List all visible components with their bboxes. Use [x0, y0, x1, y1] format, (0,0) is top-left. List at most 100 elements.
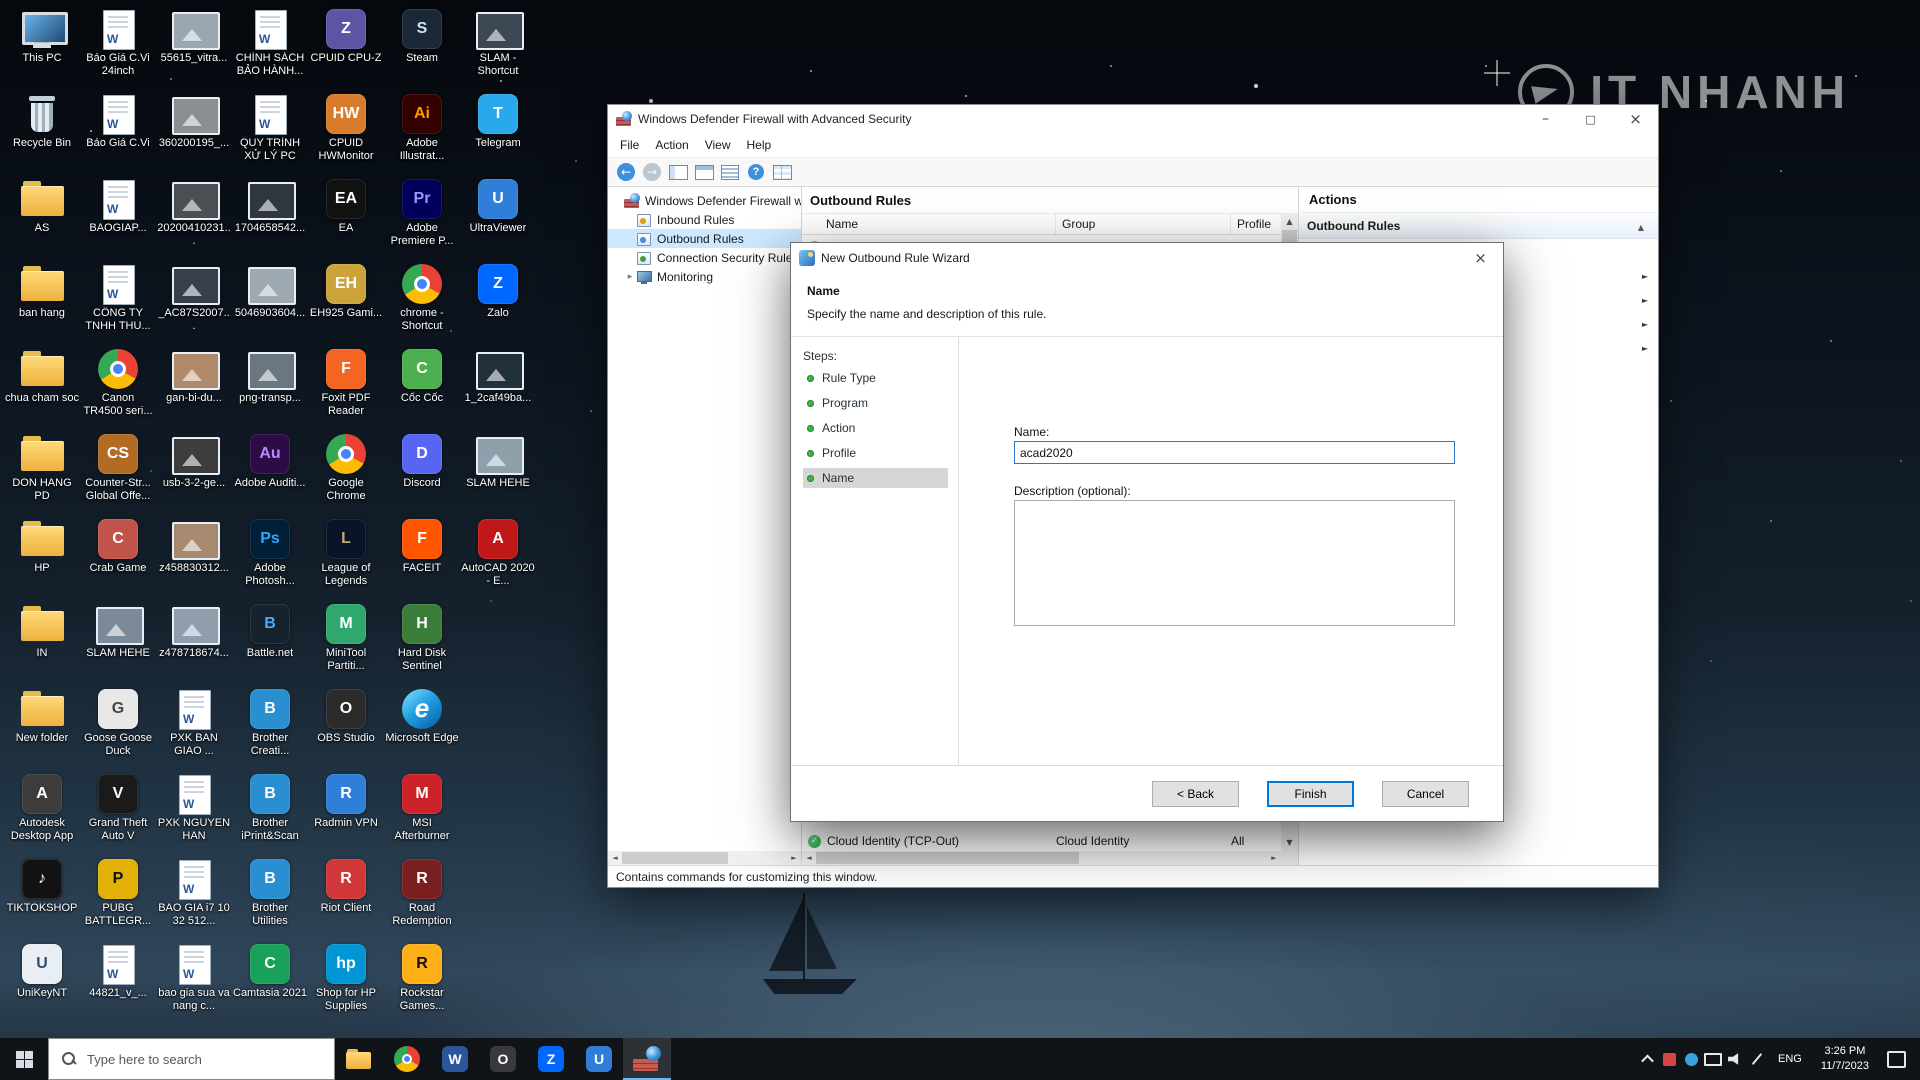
desktop-icon[interactable]: W BAOGIAP... — [80, 176, 156, 261]
desktop-icon[interactable]: T Telegram — [460, 91, 536, 176]
desktop-icon[interactable]: F Foxit PDF Reader — [308, 346, 384, 431]
pen-icon[interactable] — [1746, 1038, 1768, 1080]
finish-button[interactable]: Finish — [1267, 781, 1354, 807]
table-icon[interactable] — [770, 160, 794, 184]
wizard-step[interactable]: Program — [803, 393, 948, 413]
desktop-icon[interactable]: EH EH925 Gami... — [308, 261, 384, 346]
desktop-icon[interactable]: W CHÍNH SÁCH BẢO HÀNH... — [232, 6, 308, 91]
forward-icon[interactable] — [640, 160, 664, 184]
desktop-icon[interactable]: png-transp... — [232, 346, 308, 431]
chat-icon[interactable] — [1680, 1038, 1702, 1080]
desktop-icon[interactable]: IN — [4, 601, 80, 686]
wizard-titlebar[interactable]: New Outbound Rule Wizard — [791, 243, 1503, 273]
network-icon[interactable] — [1702, 1038, 1724, 1080]
desktop-icon[interactable]: HP — [4, 516, 80, 601]
menu-item[interactable]: File — [612, 135, 647, 155]
desktop-icon[interactable]: z478718674... — [156, 601, 232, 686]
wizard-step[interactable]: Name — [803, 468, 948, 488]
scroll-left-icon[interactable] — [802, 851, 816, 865]
desktop-icon[interactable]: Ai Adobe Illustrat... — [384, 91, 460, 176]
scroll-thumb[interactable] — [622, 852, 728, 864]
desktop-icon[interactable]: DON HANG PD — [4, 431, 80, 516]
desktop-icon[interactable]: P PUBG BATTLEGR... — [80, 856, 156, 941]
chrome-icon[interactable] — [383, 1038, 431, 1080]
desktop-icon[interactable]: ♪ TIKTOKSHOP — [4, 856, 80, 941]
desktop-icon[interactable]: 55615_vitra... — [156, 6, 232, 91]
desktop-icon[interactable]: U UltraViewer — [460, 176, 536, 261]
scroll-up-icon[interactable] — [1281, 213, 1298, 230]
desktop-icon[interactable]: D Discord — [384, 431, 460, 516]
security-icon[interactable] — [1658, 1038, 1680, 1080]
desktop-icon[interactable]: W Báo Giá C.Vi 24inch — [80, 6, 156, 91]
desktop-icon[interactable]: C Crab Game — [80, 516, 156, 601]
tree-horizontal-scrollbar[interactable] — [608, 851, 801, 865]
minimize-button[interactable] — [1523, 105, 1568, 133]
desktop-icon[interactable]: 360200195_... — [156, 91, 232, 176]
rule-name-input[interactable] — [1014, 441, 1455, 464]
scroll-left-icon[interactable] — [608, 851, 622, 865]
desktop-icon[interactable]: 1_2caf49ba... — [460, 346, 536, 431]
desktop-icon[interactable]: 5046903604... — [232, 261, 308, 346]
desktop-icon[interactable]: New folder — [4, 686, 80, 771]
desktop-icon[interactable]: Pr Adobe Premiere P... — [384, 176, 460, 261]
desktop-icon[interactable]: R Rockstar Games... — [384, 941, 460, 1026]
desktop-icon[interactable]: AS — [4, 176, 80, 261]
desktop-icon[interactable]: Z CPUID CPU-Z — [308, 6, 384, 91]
desktop-icon[interactable]: F FACEIT — [384, 516, 460, 601]
column-header[interactable]: Group — [1056, 214, 1231, 234]
close-icon[interactable] — [1458, 243, 1503, 273]
desktop-icon[interactable]: W bao gia sua va nang c... — [156, 941, 232, 1026]
scroll-right-icon[interactable] — [1267, 851, 1281, 865]
tree-item[interactable]: Connection Security Rules — [608, 248, 801, 267]
desktop-icon[interactable]: chua cham soc — [4, 346, 80, 431]
desktop-icon[interactable]: SLAM HEHE — [80, 601, 156, 686]
desktop-icon[interactable]: ban hang — [4, 261, 80, 346]
desktop-icon[interactable]: HW CPUID HWMonitor — [308, 91, 384, 176]
desktop-icon[interactable]: CS Counter-Str... Global Offe... — [80, 431, 156, 516]
desktop-icon[interactable]: H Hard Disk Sentinel — [384, 601, 460, 686]
desktop-icon[interactable]: G Goose Goose Duck — [80, 686, 156, 771]
desktop-icon[interactable]: O OBS Studio — [308, 686, 384, 771]
desktop-icon[interactable]: W PXK NGUYEN HAN — [156, 771, 232, 856]
taskbar-search[interactable]: Type here to search — [48, 1038, 335, 1080]
desktop-icon[interactable]: SLAM HEHE — [460, 431, 536, 516]
rule-description-textarea[interactable] — [1014, 500, 1455, 626]
word-icon[interactable]: W — [431, 1038, 479, 1080]
desktop-icon[interactable]: A AutoCAD 2020 - E... — [460, 516, 536, 601]
desktop-icon[interactable]: chrome - Shortcut — [384, 261, 460, 346]
maximize-button[interactable] — [1568, 105, 1613, 133]
menu-item[interactable]: Action — [647, 135, 696, 155]
desktop-icon[interactable]: W 44821_v_... — [80, 941, 156, 1026]
desktop-icon[interactable]: This PC — [4, 6, 80, 91]
desktop-icon[interactable]: hp Shop for HP Supplies — [308, 941, 384, 1026]
desktop-icon[interactable]: _AC87S2007... — [156, 261, 232, 346]
desktop-icon[interactable]: W PXK BAN GIAO ... — [156, 686, 232, 771]
wizard-step[interactable]: Profile — [803, 443, 948, 463]
export-list-icon[interactable] — [718, 160, 742, 184]
start-button[interactable] — [0, 1038, 48, 1080]
volume-icon[interactable] — [1724, 1038, 1746, 1080]
desktop-icon[interactable]: Z Zalo — [460, 261, 536, 346]
cancel-button[interactable]: Cancel — [1382, 781, 1469, 807]
desktop-icon[interactable]: B Brother Creati... — [232, 686, 308, 771]
actions-subheader[interactable]: Outbound Rules — [1299, 213, 1658, 239]
desktop-icon[interactable]: EA EA — [308, 176, 384, 261]
desktop-icon[interactable]: Recycle Bin — [4, 91, 80, 176]
desktop-icon[interactable]: S Steam — [384, 6, 460, 91]
close-button[interactable] — [1613, 105, 1658, 133]
desktop-icon[interactable]: B Brother iPrint&Scan — [232, 771, 308, 856]
desktop-icon[interactable]: C Cốc Cốc — [384, 346, 460, 431]
desktop-icon[interactable]: M MiniTool Partiti... — [308, 601, 384, 686]
tree-item[interactable]: Inbound Rules — [608, 210, 801, 229]
desktop-icon[interactable]: Microsoft Edge — [384, 686, 460, 771]
ultraviewer-icon[interactable]: U — [575, 1038, 623, 1080]
language-indicator[interactable]: ENG — [1768, 1053, 1812, 1065]
desktop-icon[interactable]: M MSI Afterburner — [384, 771, 460, 856]
firewall-icon[interactable] — [623, 1038, 671, 1080]
desktop-icon[interactable]: W QUY TRÌNH XỬ LÝ PC — [232, 91, 308, 176]
console-tree-icon[interactable] — [666, 160, 690, 184]
obs-icon[interactable]: O — [479, 1038, 527, 1080]
back-icon[interactable] — [614, 160, 638, 184]
action-center-icon[interactable] — [1878, 1038, 1914, 1080]
desktop-icon[interactable]: R Road Redemption — [384, 856, 460, 941]
